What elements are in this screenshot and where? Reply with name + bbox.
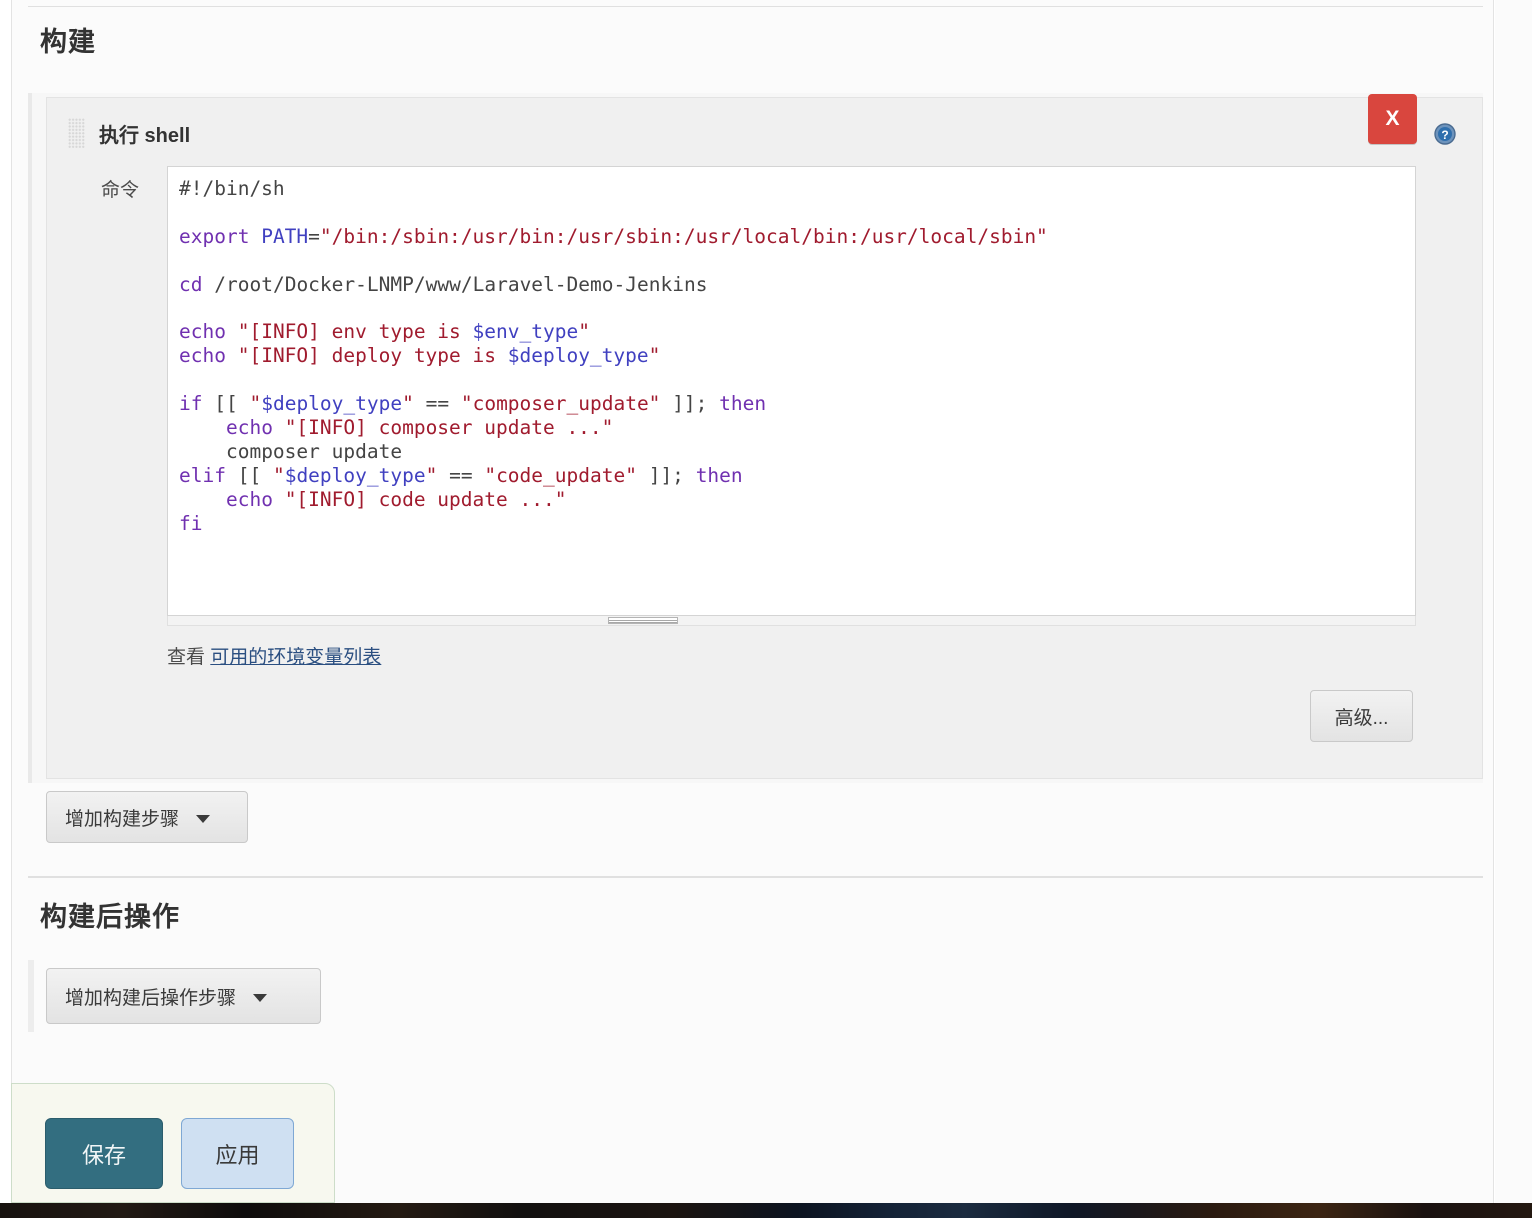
post-build-section-title: 构建后操作 <box>40 902 180 932</box>
textarea-resize-handle[interactable] <box>608 617 678 624</box>
help-circle-icon[interactable]: ? <box>1434 123 1456 145</box>
svg-text:?: ? <box>1441 128 1448 142</box>
delete-step-button[interactable]: X <box>1368 94 1417 144</box>
add-post-build-step-button[interactable]: 增加构建后操作步骤 <box>46 968 321 1024</box>
left-gutter <box>0 0 11 1203</box>
screen: 构建 执行 shell X ? 命令 #!/bin/sh export PATH… <box>0 0 1532 1218</box>
add-build-step-label: 增加构建步骤 <box>65 808 180 830</box>
env-hint-prefix: 查看 <box>167 647 206 668</box>
chevron-down-icon <box>253 994 268 1003</box>
add-build-step-button[interactable]: 增加构建步骤 <box>46 791 248 843</box>
command-textarea[interactable]: #!/bin/sh export PATH="/bin:/sbin:/usr/b… <box>167 166 1416 616</box>
apply-button[interactable]: 应用 <box>181 1118 294 1189</box>
save-button[interactable]: 保存 <box>45 1118 163 1189</box>
env-variables-hint: 查看 可用的环境变量列表 <box>167 642 381 669</box>
add-post-build-step-label: 增加构建后操作步骤 <box>65 987 237 1009</box>
build-section-title: 构建 <box>40 27 96 57</box>
drag-grip-icon[interactable] <box>68 118 85 148</box>
top-divider <box>28 6 1483 7</box>
textarea-resize-track <box>167 616 1416 626</box>
post-build-accent-bar <box>28 960 34 1032</box>
right-gutter <box>1495 0 1532 1203</box>
advanced-button[interactable]: 高级... <box>1310 690 1413 742</box>
post-build-divider <box>28 876 1483 878</box>
command-label: 命令 <box>101 180 140 201</box>
desktop-wallpaper-strip <box>0 1203 1532 1218</box>
command-code[interactable]: #!/bin/sh export PATH="/bin:/sbin:/usr/b… <box>179 177 1415 536</box>
chevron-down-icon <box>196 815 211 824</box>
env-variables-link[interactable]: 可用的环境变量列表 <box>210 647 381 668</box>
shell-step-title: 执行 shell <box>99 125 191 147</box>
